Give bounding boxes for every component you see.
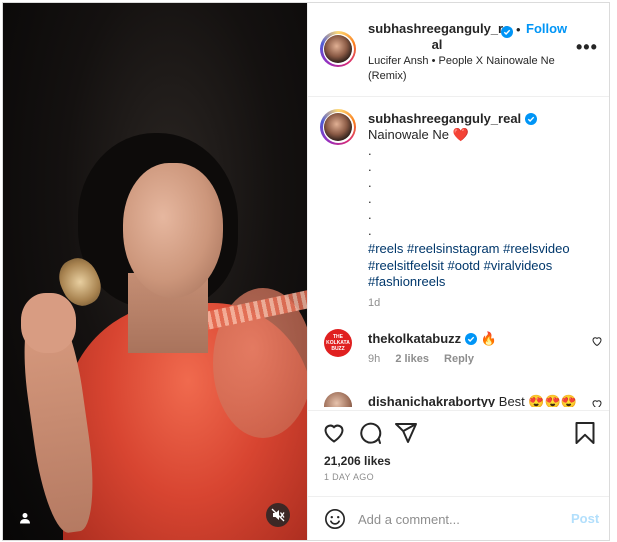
commenter-avatar[interactable]: THE KOLKATA BUZZ [324, 329, 352, 357]
author-avatar[interactable] [320, 31, 356, 67]
verified-badge-icon [464, 333, 477, 345]
caption-text: Nainowale Ne [368, 127, 449, 142]
comment-time[interactable]: 9h [368, 353, 380, 365]
comment-input[interactable] [358, 509, 558, 529]
comment-likes[interactable]: 2 likes [395, 353, 429, 365]
reply-button[interactable]: Reply [444, 353, 474, 365]
post-actions: 21,206 likes 1 DAY AGO [308, 410, 609, 496]
commenter-username[interactable]: thekolkatabuzz [368, 331, 461, 346]
comment-icon[interactable] [358, 421, 382, 445]
caption-dots: . . . . . . [368, 143, 372, 238]
audio-track-link[interactable]: Lucifer Ansh • People X Nainowale Ne (Re… [368, 54, 558, 84]
post-dialog: subhashreeganguly_re al • Follow ••• Luc… [2, 2, 610, 541]
author-username-line-2[interactable]: al [432, 37, 443, 52]
mute-icon[interactable] [266, 503, 290, 527]
post-sidebar: subhashreeganguly_re al • Follow ••• Luc… [307, 3, 609, 540]
photo-face [123, 163, 223, 298]
photo-hand [21, 293, 76, 353]
comment-meta: 9h 2 likes Reply [368, 353, 486, 365]
verified-badge-icon [501, 26, 513, 38]
like-count[interactable]: 21,206 likes [324, 454, 391, 468]
commenter-avatar[interactable] [324, 392, 352, 407]
bookmark-icon[interactable] [574, 421, 596, 445]
like-comment-icon[interactable] [591, 335, 603, 347]
author-username-line-1[interactable]: subhashreeganguly_re [368, 21, 510, 36]
add-comment-bar: Post [308, 496, 609, 540]
heart-icon[interactable] [322, 421, 346, 445]
commenter-username[interactable]: dishanichakrabortyy [368, 394, 495, 407]
post-comment-button[interactable]: Post [571, 511, 599, 526]
follow-button[interactable]: Follow [526, 21, 567, 36]
verified-badge-icon [524, 113, 537, 125]
comments-list[interactable]: subhashreeganguly_real Nainowale Ne ❤️ .… [308, 97, 609, 407]
more-options-icon[interactable]: ••• [576, 37, 598, 58]
caption-emoji: ❤️ [452, 127, 469, 142]
comment-text: Best 😍😍😍 [498, 394, 577, 407]
caption-timestamp[interactable]: 1d [368, 295, 593, 311]
caption-username[interactable]: subhashreeganguly_real [368, 111, 521, 126]
post-caption: subhashreeganguly_real Nainowale Ne ❤️ .… [368, 111, 593, 311]
user-tag-icon[interactable] [13, 506, 37, 530]
author-username[interactable]: subhashreeganguly_re al [368, 21, 510, 53]
caption-author-avatar[interactable] [320, 109, 356, 145]
comment-text: 🔥 [480, 331, 497, 346]
caption-hashtags[interactable]: #reels #reelsinstagram #reelsvideo #reel… [368, 241, 593, 291]
post-media[interactable] [3, 3, 307, 540]
like-comment-icon[interactable] [591, 398, 603, 407]
post-header: subhashreeganguly_re al • Follow ••• Luc… [308, 3, 609, 97]
header-separator: • [516, 22, 521, 37]
post-timestamp[interactable]: 1 DAY AGO [324, 472, 374, 482]
share-icon[interactable] [394, 421, 418, 445]
emoji-icon[interactable] [324, 508, 346, 530]
